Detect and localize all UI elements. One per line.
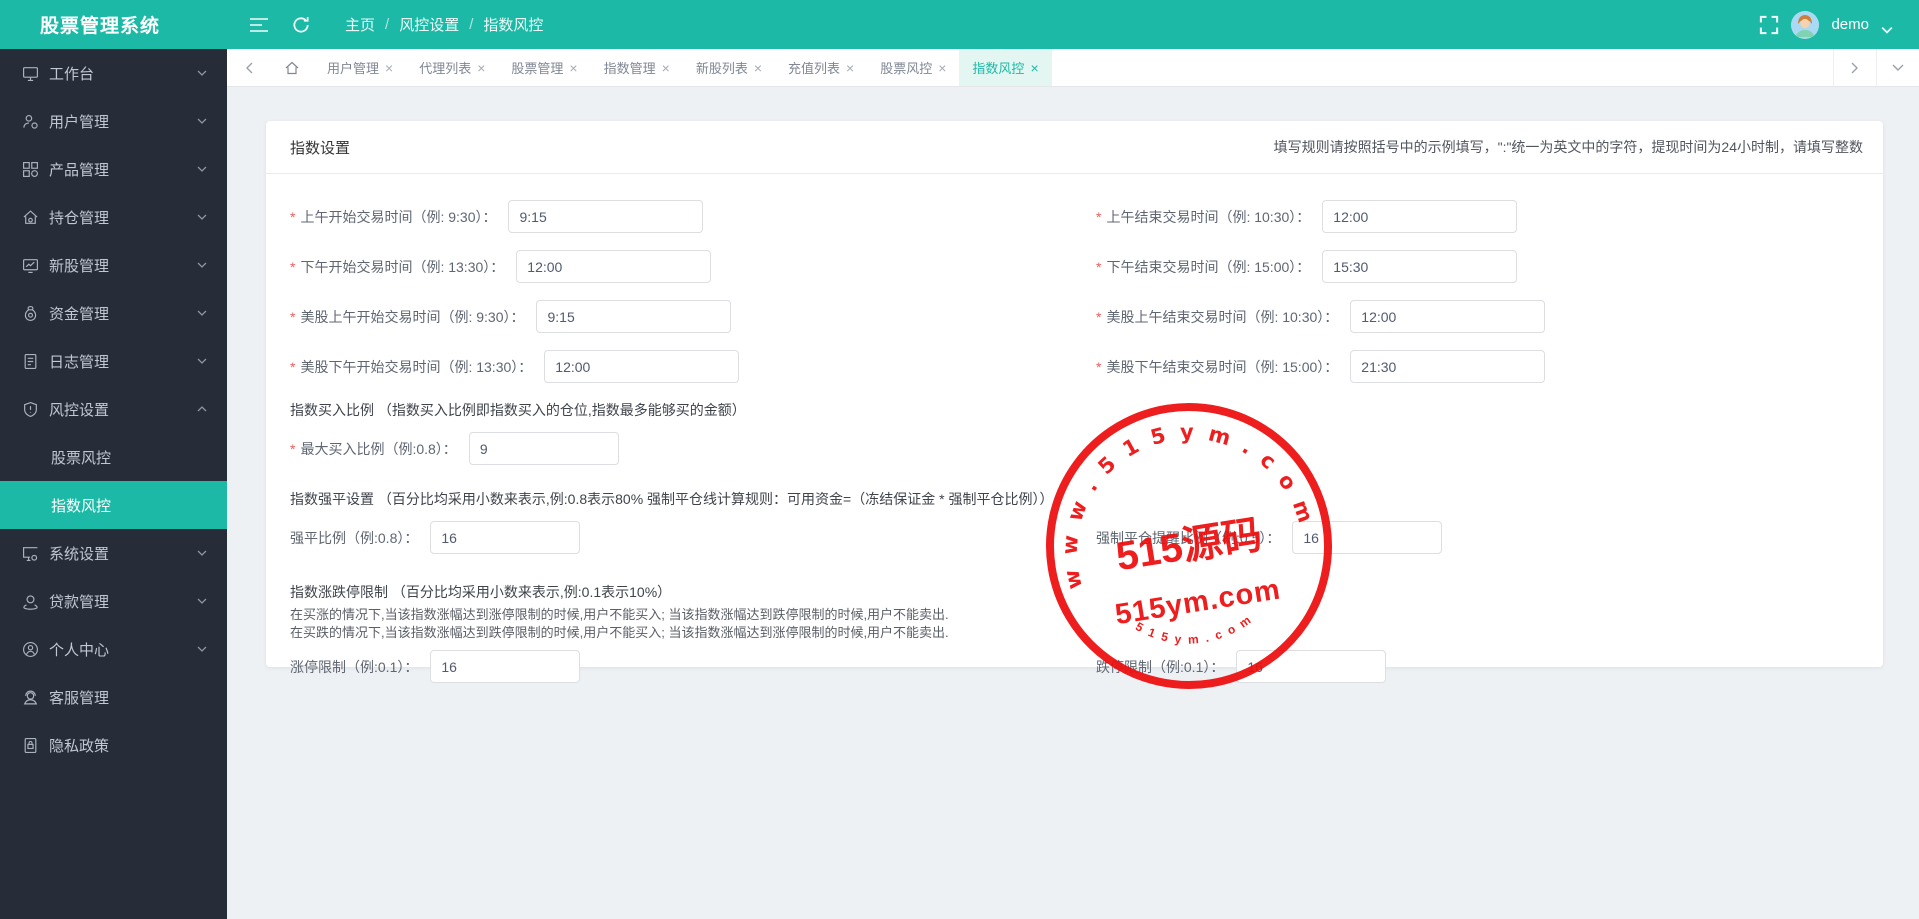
tab-close-icon[interactable]: × — [385, 61, 393, 75]
app-header: 股票管理系统 主页 / 风控设置 / 指数风控 — [0, 0, 1919, 49]
max-buy-ratio-input[interactable] — [469, 432, 619, 465]
tabs-menu-icon[interactable] — [1876, 49, 1919, 86]
sidebar-item-privacy-policy[interactable]: 隐私政策 — [0, 721, 227, 769]
field-label: *美股下午开始交易时间（例: 13:30）： — [290, 357, 532, 377]
breadcrumb: 主页 / 风控设置 / 指数风控 — [345, 14, 543, 35]
tab-close-icon[interactable]: × — [569, 61, 577, 75]
sidebar-item-workbench[interactable]: 工作台 — [0, 49, 227, 97]
force-close-section-title: 指数强平设置 （百分比均采用小数来表示,例:0.8表示80% 强制平仓线计算规则… — [290, 489, 1859, 509]
us-afternoon-close-time-input[interactable] — [1350, 350, 1545, 383]
panel-title: 指数设置 — [290, 137, 350, 158]
afternoon-close-time-input[interactable] — [1322, 250, 1517, 283]
fullscreen-icon[interactable] — [1759, 15, 1779, 35]
sidebar-item-system-settings[interactable]: 系统设置 — [0, 529, 227, 577]
sidebar-item-index-risk[interactable]: 指数风控 — [0, 481, 227, 529]
sidebar-item-customer-service[interactable]: 客服管理 — [0, 673, 227, 721]
tabs-scroll-right-icon[interactable] — [1833, 49, 1876, 86]
field-label: *上午结束交易时间（例: 10:30）： — [1096, 207, 1310, 227]
fill-rule-hint: 填写规则请按照括号中的示例填写，":"统一为英文中的字符，提现时间为24小时制，… — [1274, 137, 1863, 157]
field-label: *最大买入比例（例:0.8）： — [290, 439, 457, 459]
force-close-remind-ratio-input[interactable] — [1292, 521, 1442, 554]
field-label: 涨停限制（例:0.1）： — [290, 657, 418, 677]
tab-close-icon[interactable]: × — [1030, 61, 1038, 75]
form-row: *美股下午开始交易时间（例: 13:30）： *美股下午结束交易时间（例: 15… — [290, 350, 1859, 383]
refresh-icon[interactable] — [291, 15, 311, 35]
breadcrumb-home[interactable]: 主页 — [345, 14, 375, 35]
field-label: *美股上午结束交易时间（例: 10:30）： — [1096, 307, 1338, 327]
form-row: 强平比例（例:0.8）： 强制平仓提醒比例（例:0.5）： — [290, 521, 1859, 554]
afternoon-open-time-input[interactable] — [516, 250, 711, 283]
limit-desc-line1: 在买涨的情况下,当该指数涨幅达到涨停限制的时候,用户不能买入; 当该指数涨幅达到… — [290, 606, 1859, 624]
sidebar-item-new-stock-management[interactable]: 新股管理 — [0, 241, 227, 289]
username[interactable]: demo — [1831, 16, 1869, 33]
tabs-scroll-left-icon[interactable] — [227, 49, 270, 86]
field-label: *美股下午结束交易时间（例: 15:00）： — [1096, 357, 1338, 377]
sidebar-item-risk-settings[interactable]: 风控设置 — [0, 385, 227, 433]
sidebar-item-user-management[interactable]: 用户管理 — [0, 97, 227, 145]
sidebar: 工作台 用户管理 产品管理 持仓管理 新股管理 资金管理 — [0, 49, 227, 919]
us-morning-close-time-input[interactable] — [1350, 300, 1545, 333]
sidebar-item-product-management[interactable]: 产品管理 — [0, 145, 227, 193]
content-area: 指数设置 填写规则请按照括号中的示例填写，":"统一为英文中的字符，提现时间为2… — [227, 87, 1919, 919]
limit-desc-line2: 在买跌的情况下,当该指数涨幅达到跌停限制的时候,用户不能买入; 当该指数涨幅达到… — [290, 624, 1859, 642]
buy-ratio-section-title: 指数买入比例 （指数买入比例即指数买入的仓位,指数最多能够买的金额） — [290, 400, 1859, 420]
sidebar-item-funds-management[interactable]: 资金管理 — [0, 289, 227, 337]
breadcrumb-index-risk[interactable]: 指数风控 — [483, 14, 543, 35]
breadcrumb-separator: / — [469, 16, 473, 33]
field-label: *上午开始交易时间（例: 9:30）： — [290, 207, 496, 227]
tab-new-stock-list[interactable]: 新股列表 × — [683, 49, 775, 86]
field-label: 强平比例（例:0.8）： — [290, 528, 418, 548]
breadcrumb-risk-settings[interactable]: 风控设置 — [399, 14, 459, 35]
sidebar-item-stock-risk[interactable]: 股票风控 — [0, 433, 227, 481]
tab-index-management[interactable]: 指数管理 × — [591, 49, 683, 86]
field-label: *下午结束交易时间（例: 15:00）： — [1096, 257, 1310, 277]
morning-close-time-input[interactable] — [1322, 200, 1517, 233]
sidebar-item-log-management[interactable]: 日志管理 — [0, 337, 227, 385]
tab-recharge-list[interactable]: 充值列表 × — [775, 49, 867, 86]
sidebar-item-loan-management[interactable]: 贷款管理 — [0, 577, 227, 625]
tabs: 用户管理 × 代理列表 × 股票管理 × 指数管理 × 新股列表 × 充值列表 … — [314, 49, 1052, 86]
field-label: *下午开始交易时间（例: 13:30）： — [290, 257, 504, 277]
fall-limit-input[interactable] — [1236, 650, 1386, 683]
avatar[interactable] — [1791, 11, 1819, 39]
tab-agent-list[interactable]: 代理列表 × — [406, 49, 498, 86]
force-close-ratio-input[interactable] — [430, 521, 580, 554]
form-row: *最大买入比例（例:0.8）： — [290, 432, 1859, 465]
tab-index-risk[interactable]: 指数风控 × — [959, 49, 1051, 86]
tab-close-icon[interactable]: × — [754, 61, 762, 75]
breadcrumb-separator: / — [385, 16, 389, 33]
tab-stock-management[interactable]: 股票管理 × — [498, 49, 590, 86]
rise-limit-input[interactable] — [430, 650, 580, 683]
app-title: 股票管理系统 — [0, 11, 227, 38]
page: 股票管理系统 主页 / 风控设置 / 指数风控 — [0, 0, 1919, 919]
field-label: 强制平仓提醒比例（例:0.5）： — [1096, 528, 1280, 548]
field-label: *美股上午开始交易时间（例: 9:30）： — [290, 307, 524, 327]
menu-fold-icon[interactable] — [249, 15, 269, 35]
tab-close-icon[interactable]: × — [662, 61, 670, 75]
sidebar-item-personal-center[interactable]: 个人中心 — [0, 625, 227, 673]
field-label: 跌停限制（例:0.1）： — [1096, 657, 1224, 677]
tab-close-icon[interactable]: × — [477, 61, 485, 75]
tab-close-icon[interactable]: × — [938, 61, 946, 75]
tab-stock-risk[interactable]: 股票风控 × — [867, 49, 959, 86]
morning-open-time-input[interactable] — [508, 200, 703, 233]
tab-user-management[interactable]: 用户管理 × — [314, 49, 406, 86]
form-row: *下午开始交易时间（例: 13:30）： *下午结束交易时间（例: 15:00）… — [290, 250, 1859, 283]
limit-section-title: 指数涨跌停限制 （百分比均采用小数来表示,例:0.1表示10%） — [290, 582, 1859, 602]
form-row: *上午开始交易时间（例: 9:30）： *上午结束交易时间（例: 10:30）： — [290, 200, 1859, 233]
sidebar-item-position-management[interactable]: 持仓管理 — [0, 193, 227, 241]
index-settings-panel: 指数设置 填写规则请按照括号中的示例填写，":"统一为英文中的字符，提现时间为2… — [266, 121, 1883, 667]
form-row: *美股上午开始交易时间（例: 9:30）： *美股上午结束交易时间（例: 10:… — [290, 300, 1859, 333]
tab-bar: 用户管理 × 代理列表 × 股票管理 × 指数管理 × 新股列表 × 充值列表 … — [227, 49, 1919, 87]
form-row: 涨停限制（例:0.1）： 跌停限制（例:0.1）： — [290, 650, 1859, 683]
us-afternoon-open-time-input[interactable] — [544, 350, 739, 383]
home-tab-icon[interactable] — [270, 49, 314, 86]
user-menu-chevron-icon[interactable] — [1881, 21, 1893, 29]
us-morning-open-time-input[interactable] — [536, 300, 731, 333]
tab-close-icon[interactable]: × — [846, 61, 854, 75]
